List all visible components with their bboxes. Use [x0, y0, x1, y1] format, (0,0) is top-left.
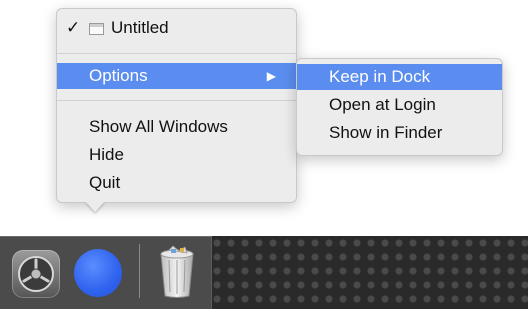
submenu-item-open-at-login[interactable]: Open at Login [297, 92, 502, 118]
menu-item-label: Untitled [111, 18, 169, 37]
submenu-arrow-icon: ▶ [266, 69, 276, 83]
menu-item-window-untitled[interactable]: ✓ Untitled [57, 15, 296, 41]
menu-item-quit[interactable]: Quit [57, 170, 296, 196]
menu-item-label: Show in Finder [329, 123, 443, 142]
submenu-item-show-in-finder[interactable]: Show in Finder [297, 120, 502, 146]
menu-item-options[interactable]: Options ▶ [57, 63, 296, 89]
menu-item-label: Hide [89, 145, 124, 164]
system-preferences-icon[interactable] [12, 250, 60, 298]
dock-context-menu: ✓ Untitled Options ▶ Show All Windows Hi… [56, 8, 297, 203]
menu-item-label: Show All Windows [89, 117, 228, 136]
menu-item-label: Keep in Dock [329, 67, 431, 86]
menu-item-hide[interactable]: Hide [57, 142, 296, 168]
submenu-item-keep-in-dock[interactable]: Keep in Dock [297, 64, 502, 90]
checkmark-icon: ✓ [66, 18, 81, 37]
menu-item-label: Open at Login [329, 95, 436, 114]
blue-circle-app-icon[interactable] [74, 249, 122, 297]
menu-separator [57, 100, 296, 101]
menu-item-label: Quit [89, 173, 121, 192]
menu-separator [57, 53, 296, 54]
window-icon [89, 23, 104, 35]
options-submenu: Keep in Dock Open at Login Show in Finde… [296, 58, 503, 156]
menu-item-show-all-windows[interactable]: Show All Windows [57, 114, 296, 140]
trash-icon[interactable] [155, 244, 199, 300]
dock-divider [139, 244, 140, 298]
menu-item-label: Options [89, 66, 148, 85]
menu-pointer [85, 201, 105, 212]
